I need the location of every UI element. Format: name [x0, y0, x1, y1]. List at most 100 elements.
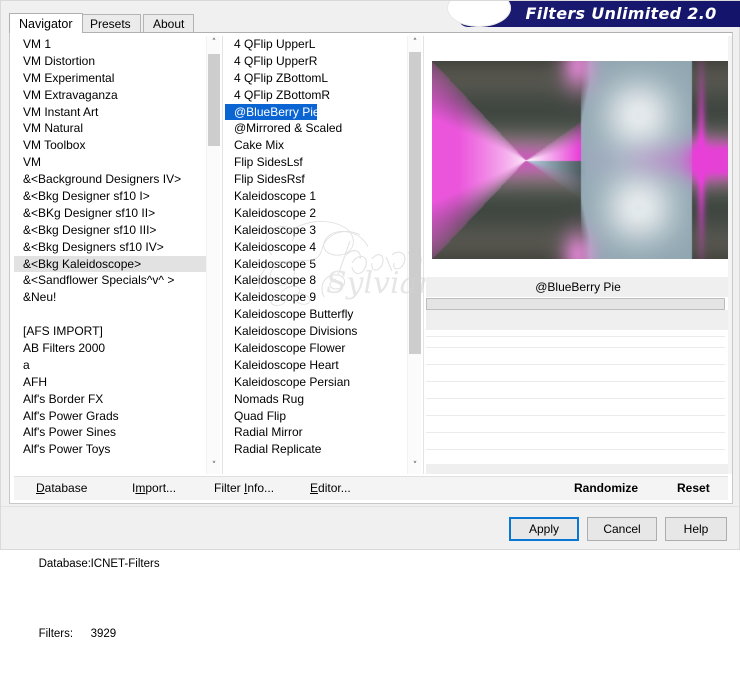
scroll-down-icon[interactable]: ˅ — [207, 459, 220, 474]
tab-navigator[interactable]: Navigator — [9, 13, 83, 33]
list-item[interactable]: VM Distortion — [14, 53, 206, 70]
parameter-row-separator — [426, 449, 725, 450]
parameter-footer-strip — [426, 464, 730, 474]
list-item[interactable]: 4 QFlip UpperL — [225, 36, 407, 53]
status-info: Database:ICNET-Filters Filters: 3929 — [13, 515, 160, 683]
list-item[interactable]: VM 1 — [14, 36, 206, 53]
list-item[interactable]: @BlueBerry Pie — [225, 103, 320, 121]
parameter-rows — [426, 310, 730, 470]
category-list-items[interactable]: VM 1 VM Distortion VM Experimental VM Extra… — [14, 36, 206, 474]
list-item[interactable]: Kaleidoscope 8 — [225, 272, 407, 289]
list-item[interactable]: VM Toolbox — [14, 137, 206, 154]
scroll-up-icon[interactable]: ˄ — [408, 36, 421, 51]
scroll-down-icon[interactable]: ˅ — [408, 459, 421, 474]
list-item[interactable]: Radial Replicate — [225, 441, 407, 458]
list-item[interactable]: VM — [14, 154, 206, 171]
database-button[interactable]: Database — [36, 481, 87, 495]
list-item[interactable]: Cake Mix — [225, 137, 407, 154]
list-item[interactable]: Kaleidoscope 9 — [225, 289, 407, 306]
help-button[interactable]: Help — [665, 517, 727, 541]
list-item[interactable]: Alf's Power Sines — [14, 424, 206, 441]
column-divider-1 — [222, 36, 223, 474]
database-label: Database: — [38, 558, 91, 570]
category-list[interactable]: VM 1 VM Distortion VM Experimental VM Extra… — [14, 36, 220, 474]
tab-presets[interactable]: Presets — [80, 14, 141, 32]
list-item[interactable]: &<BKg Designer sf10 II> — [14, 205, 206, 222]
list-item[interactable]: 4 QFlip UpperR — [225, 53, 407, 70]
list-item[interactable]: AB Filters 2000 — [14, 340, 206, 357]
import-button[interactable]: Import... — [132, 481, 176, 495]
list-item[interactable]: AFH — [14, 374, 206, 391]
category-list-scrollbar[interactable]: ˄ ˅ — [206, 36, 220, 474]
list-item[interactable]: 4 QFlip ZBottomL — [225, 70, 407, 87]
list-item[interactable] — [14, 306, 206, 323]
preview-canvas — [432, 61, 729, 259]
list-item[interactable]: Alf's Power Toys — [14, 441, 206, 458]
scroll-up-icon[interactable]: ˄ — [207, 36, 220, 51]
list-item[interactable]: 4 QFlip ZBottomR — [225, 87, 407, 104]
list-item[interactable]: [AFS IMPORT] — [14, 323, 206, 340]
list-item[interactable]: &<Bkg Designer sf10 I> — [14, 188, 206, 205]
parameter-row-separator — [426, 398, 725, 399]
list-item[interactable]: Kaleidoscope 5 — [225, 256, 407, 273]
randomize-button[interactable]: Randomize — [574, 481, 638, 495]
list-item[interactable]: Kaleidoscope Heart — [225, 357, 407, 374]
list-item[interactable]: &<Background Designers IV> — [14, 171, 206, 188]
list-item[interactable]: &<Sandflower Specials^v^ > — [14, 272, 206, 289]
scrollbar-thumb[interactable] — [409, 52, 421, 354]
list-item[interactable]: &<Bkg Designers sf10 IV> — [14, 239, 206, 256]
list-item[interactable]: a — [14, 357, 206, 374]
title-banner: Filters Unlimited 2.0 — [431, 1, 740, 27]
parameter-row-separator — [426, 347, 725, 348]
list-item[interactable]: Kaleidoscope Divisions — [225, 323, 407, 340]
editor-button[interactable]: Editor... — [310, 481, 351, 495]
list-item[interactable]: Alf's Border FX — [14, 391, 206, 408]
filter-list-scrollbar[interactable]: ˄ ˅ — [407, 36, 421, 474]
list-item[interactable]: Kaleidoscope 4 — [225, 239, 407, 256]
list-item[interactable]: Alf's Power Grads — [14, 408, 206, 425]
tab-about[interactable]: About — [143, 14, 195, 32]
filters-count-label: Filters: — [38, 628, 74, 640]
list-item[interactable]: VM Instant Art — [14, 104, 206, 121]
list-item[interactable]: Quad Flip — [225, 408, 407, 425]
list-item[interactable]: VM Natural — [14, 120, 206, 137]
list-item[interactable]: Kaleidoscope 3 — [225, 222, 407, 239]
parameter-slider-trough[interactable] — [426, 298, 725, 310]
parameter-pane-scrollbar[interactable] — [728, 36, 732, 474]
selected-filter-label: @BlueBerry Pie — [426, 277, 730, 297]
list-item[interactable]: Radial Mirror — [225, 424, 407, 441]
command-row: Database Import... Filter Info... Editor… — [14, 476, 728, 500]
list-item[interactable]: &<Bkg Designer sf10 III> — [14, 222, 206, 239]
list-item[interactable]: Kaleidoscope Persian — [225, 374, 407, 391]
filter-list[interactable]: 4 QFlip UpperL 4 QFlip UpperR 4 QFlip ZBot… — [225, 36, 421, 474]
list-item[interactable]: VM Extravaganza — [14, 87, 206, 104]
list-item[interactable]: Flip SidesRsf — [225, 171, 407, 188]
parameter-row-separator — [426, 415, 725, 416]
filters-unlimited-window: Filters Unlimited 2.0 Navigator Presets … — [0, 0, 740, 640]
list-item[interactable]: Kaleidoscope Butterfly — [225, 306, 407, 323]
filter-info-button[interactable]: Filter Info... — [214, 481, 274, 495]
database-value: ICNET-Filters — [90, 558, 160, 570]
list-item[interactable]: Kaleidoscope 1 — [225, 188, 407, 205]
filter-preview-image[interactable] — [432, 61, 729, 259]
parameter-row-separator — [426, 336, 725, 337]
parameter-row-separator — [426, 381, 725, 382]
list-item[interactable]: Kaleidoscope Flower — [225, 340, 407, 357]
list-item[interactable]: &Neu! — [14, 289, 206, 306]
app-title: Filters Unlimited 2.0 — [525, 4, 717, 23]
scrollbar-thumb[interactable] — [208, 54, 220, 146]
navigator-panel: VM 1 VM Distortion VM Experimental VM Extra… — [9, 32, 733, 504]
list-item[interactable]: @Mirrored & Scaled — [225, 120, 407, 137]
filter-list-items[interactable]: 4 QFlip UpperL 4 QFlip UpperR 4 QFlip ZBot… — [225, 36, 407, 474]
list-item[interactable]: &<Bkg Kaleidoscope> — [14, 255, 206, 273]
tab-strip: Navigator Presets About — [9, 13, 439, 33]
list-item[interactable]: Kaleidoscope 2 — [225, 205, 407, 222]
list-item[interactable]: Flip SidesLsf — [225, 154, 407, 171]
reset-button[interactable]: Reset — [677, 481, 710, 495]
apply-button[interactable]: Apply — [509, 517, 579, 541]
parameter-row-separator — [426, 364, 725, 365]
list-item[interactable]: VM Experimental — [14, 70, 206, 87]
list-item[interactable]: Nomads Rug — [225, 391, 407, 408]
cancel-button[interactable]: Cancel — [587, 517, 657, 541]
status-bar: Database:ICNET-Filters Filters: 3929 Appl… — [1, 506, 739, 640]
